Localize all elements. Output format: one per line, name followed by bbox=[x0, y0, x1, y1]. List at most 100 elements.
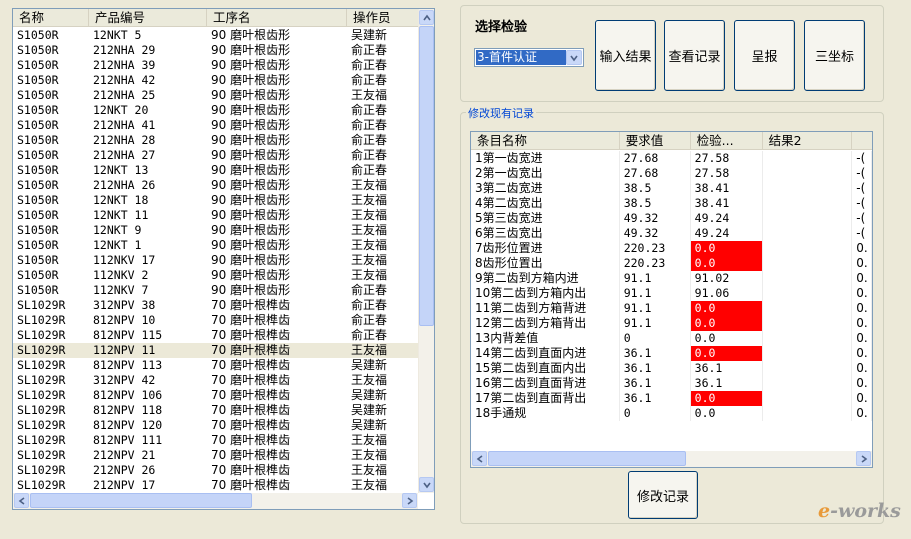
records-list-hscrollbar[interactable] bbox=[471, 451, 872, 467]
three-coordinate-button[interactable]: 三坐标 bbox=[804, 20, 865, 91]
column-header-item-name[interactable]: 条目名称 bbox=[471, 132, 620, 150]
table-cell: 91.06 bbox=[691, 286, 763, 301]
record-row[interactable]: 13内背差值 0 0.0 0. bbox=[471, 331, 872, 346]
record-row[interactable]: 16第二齿到直面背进 36.1 36.1 0. bbox=[471, 376, 872, 391]
table-cell bbox=[763, 256, 853, 271]
table-row[interactable]: S1050R 12NKT 18 90 磨叶根齿形 王友福 bbox=[13, 193, 434, 208]
record-row[interactable]: 15第二齿到直面内出 36.1 36.1 0. bbox=[471, 361, 872, 376]
table-cell: S1050R bbox=[17, 73, 59, 87]
table-cell: 14第二齿到直面内进 bbox=[471, 346, 620, 361]
table-row[interactable]: S1050R 12NKT 9 90 磨叶根齿形 王友福 bbox=[13, 223, 434, 238]
table-cell: S1050R bbox=[17, 283, 59, 297]
table-row[interactable]: S1050R 212NHA 39 90 磨叶根齿形 俞正春 bbox=[13, 58, 434, 73]
table-row[interactable]: S1050R 12NKT 13 90 磨叶根齿形 俞正春 bbox=[13, 163, 434, 178]
table-row[interactable]: S1050R 112NKV 7 90 磨叶根齿形 俞正春 bbox=[13, 283, 434, 298]
record-row[interactable]: 11第二齿到方箱背进 91.1 0.0 0. bbox=[471, 301, 872, 316]
table-row[interactable]: S1050R 212NHA 26 90 磨叶根齿形 王友福 bbox=[13, 178, 434, 193]
table-cell: 90 磨叶根齿形 bbox=[211, 58, 291, 72]
table-row[interactable]: SL1029R 812NPV 106 70 磨叶根榫齿 吴建新 bbox=[13, 388, 434, 403]
scroll-left-button[interactable] bbox=[472, 451, 487, 466]
column-header-extra[interactable] bbox=[852, 132, 872, 150]
table-row[interactable]: S1050R 212NHA 27 90 磨叶根齿形 俞正春 bbox=[13, 148, 434, 163]
scroll-thumb[interactable] bbox=[419, 26, 434, 326]
table-row[interactable]: S1050R 112NKV 2 90 磨叶根齿形 王友福 bbox=[13, 268, 434, 283]
record-row[interactable]: 3第二齿宽进 38.5 38.41 -( bbox=[471, 181, 872, 196]
column-header-process[interactable]: 工序名 bbox=[207, 9, 347, 27]
record-row[interactable]: 1第一齿宽进 27.68 27.58 -( bbox=[471, 151, 872, 166]
record-row[interactable]: 9第二齿到方箱内进 91.1 91.02 0. bbox=[471, 271, 872, 286]
table-cell bbox=[763, 331, 853, 346]
table-row[interactable]: SL1029R 312NPV 42 70 磨叶根榫齿 王友福 bbox=[13, 373, 434, 388]
scroll-right-button[interactable] bbox=[402, 493, 417, 508]
table-row[interactable]: S1050R 212NHA 29 90 磨叶根齿形 俞正春 bbox=[13, 43, 434, 58]
product-list[interactable]: 名称 产品编号 工序名 操作员 S1050R 12NKT 5 90 磨叶根齿形 吴建新… bbox=[12, 8, 435, 510]
table-cell: 70 磨叶根榫齿 bbox=[211, 448, 291, 462]
record-row[interactable]: 7齿形位置进 220.23 0.0 0. bbox=[471, 241, 872, 256]
column-header-required[interactable]: 要求值 bbox=[620, 132, 691, 150]
table-cell: 0 bbox=[620, 406, 691, 421]
modify-record-button[interactable]: 修改记录 bbox=[628, 471, 698, 519]
table-row[interactable]: S1050R 12NKT 1 90 磨叶根齿形 王友福 bbox=[13, 238, 434, 253]
table-row[interactable]: S1050R 212NHA 42 90 磨叶根齿形 俞正春 bbox=[13, 73, 434, 88]
table-row[interactable]: SL1029R 212NPV 17 70 磨叶根榫齿 王友福 bbox=[13, 478, 434, 493]
column-header-operator[interactable]: 操作员 bbox=[347, 9, 419, 27]
hscroll-thumb[interactable] bbox=[30, 493, 252, 508]
record-row[interactable]: 17第二齿到直面背出 36.1 0.0 0. bbox=[471, 391, 872, 406]
table-row[interactable]: S1050R 212NHA 25 90 磨叶根齿形 王友福 bbox=[13, 88, 434, 103]
hscroll-thumb[interactable] bbox=[488, 451, 686, 466]
table-cell: 812NPV 106 bbox=[93, 388, 163, 402]
table-cell: 90 磨叶根齿形 bbox=[211, 73, 291, 87]
table-row[interactable]: SL1029R 312NPV 38 70 磨叶根榫齿 俞正春 bbox=[13, 298, 434, 313]
table-row[interactable]: SL1029R 812NPV 118 70 磨叶根榫齿 吴建新 bbox=[13, 403, 434, 418]
table-row[interactable]: S1050R 12NKT 20 90 磨叶根齿形 俞正春 bbox=[13, 103, 434, 118]
record-row[interactable]: 8齿形位置出 220.23 0.0 0. bbox=[471, 256, 872, 271]
inspection-select[interactable]: 3-首件认证 bbox=[474, 48, 584, 67]
table-cell: 15第二齿到直面内出 bbox=[471, 361, 620, 376]
table-cell: 212NHA 25 bbox=[93, 88, 156, 102]
table-row[interactable]: SL1029R 812NPV 10 70 磨叶根榫齿 俞正春 bbox=[13, 313, 434, 328]
table-cell: -( bbox=[852, 151, 872, 166]
table-row[interactable]: SL1029R 812NPV 115 70 磨叶根榫齿 俞正春 bbox=[13, 328, 434, 343]
table-cell: SL1029R bbox=[17, 418, 66, 432]
table-cell: 3第二齿宽进 bbox=[471, 181, 620, 196]
record-row[interactable]: 12第二齿到方箱背出 91.1 0.0 0. bbox=[471, 316, 872, 331]
column-header-inspection[interactable]: 检验... bbox=[691, 132, 763, 150]
record-row[interactable]: 2第一齿宽出 27.68 27.58 -( bbox=[471, 166, 872, 181]
table-row[interactable]: S1050R 212NHA 41 90 磨叶根齿形 俞正春 bbox=[13, 118, 434, 133]
table-cell: 0. bbox=[852, 376, 872, 391]
table-cell: 90 磨叶根齿形 bbox=[211, 163, 291, 177]
scroll-left-button[interactable] bbox=[14, 493, 29, 508]
table-row[interactable]: SL1029R 812NPV 111 70 磨叶根榫齿 王友福 bbox=[13, 433, 434, 448]
table-row[interactable]: S1050R 12NKT 11 90 磨叶根齿形 王友福 bbox=[13, 208, 434, 223]
records-list[interactable]: 条目名称 要求值 检验... 结果2 1第一齿宽进 27.68 27.58 -(2第一… bbox=[470, 131, 873, 468]
column-header-product-no[interactable]: 产品编号 bbox=[89, 9, 207, 27]
table-row[interactable]: S1050R 212NHA 28 90 磨叶根齿形 俞正春 bbox=[13, 133, 434, 148]
view-records-button[interactable]: 查看记录 bbox=[664, 20, 725, 91]
product-list-hscrollbar[interactable] bbox=[13, 493, 418, 509]
table-row[interactable]: SL1029R 812NPV 120 70 磨叶根榫齿 吴建新 bbox=[13, 418, 434, 433]
column-header-result2[interactable]: 结果2 bbox=[763, 132, 853, 150]
record-row[interactable]: 4第二齿宽出 38.5 38.41 -( bbox=[471, 196, 872, 211]
report-button[interactable]: 呈报 bbox=[734, 20, 795, 91]
record-row[interactable]: 14第二齿到直面内进 36.1 0.0 0. bbox=[471, 346, 872, 361]
record-row[interactable]: 6第三齿宽出 49.32 49.24 -( bbox=[471, 226, 872, 241]
scroll-up-button[interactable] bbox=[419, 10, 434, 25]
table-row[interactable]: SL1029R 212NPV 26 70 磨叶根榫齿 王友福 bbox=[13, 463, 434, 478]
table-row[interactable]: S1050R 12NKT 5 90 磨叶根齿形 吴建新 bbox=[13, 28, 434, 43]
product-list-vscrollbar[interactable] bbox=[418, 9, 434, 493]
record-row[interactable]: 10第二齿到方箱内出 91.1 91.06 0. bbox=[471, 286, 872, 301]
record-row[interactable]: 5第三齿宽进 49.32 49.24 -( bbox=[471, 211, 872, 226]
table-row[interactable]: S1050R 112NKV 17 90 磨叶根齿形 王友福 bbox=[13, 253, 434, 268]
table-row[interactable]: SL1029R 112NPV 11 70 磨叶根榫齿 王友福 bbox=[13, 343, 434, 358]
column-header-name[interactable]: 名称 bbox=[13, 9, 89, 27]
chevron-down-icon[interactable] bbox=[566, 50, 582, 65]
table-row[interactable]: SL1029R 812NPV 113 70 磨叶根榫齿 吴建新 bbox=[13, 358, 434, 373]
table-cell: 5第三齿宽进 bbox=[471, 211, 620, 226]
table-cell: S1050R bbox=[17, 58, 59, 72]
table-cell bbox=[763, 226, 853, 241]
scroll-right-button[interactable] bbox=[856, 451, 871, 466]
table-row[interactable]: SL1029R 212NPV 21 70 磨叶根榫齿 王友福 bbox=[13, 448, 434, 463]
record-row[interactable]: 18手通规 0 0.0 0. bbox=[471, 406, 872, 421]
input-result-button[interactable]: 输入结果 bbox=[595, 20, 656, 91]
scroll-down-button[interactable] bbox=[419, 477, 434, 492]
